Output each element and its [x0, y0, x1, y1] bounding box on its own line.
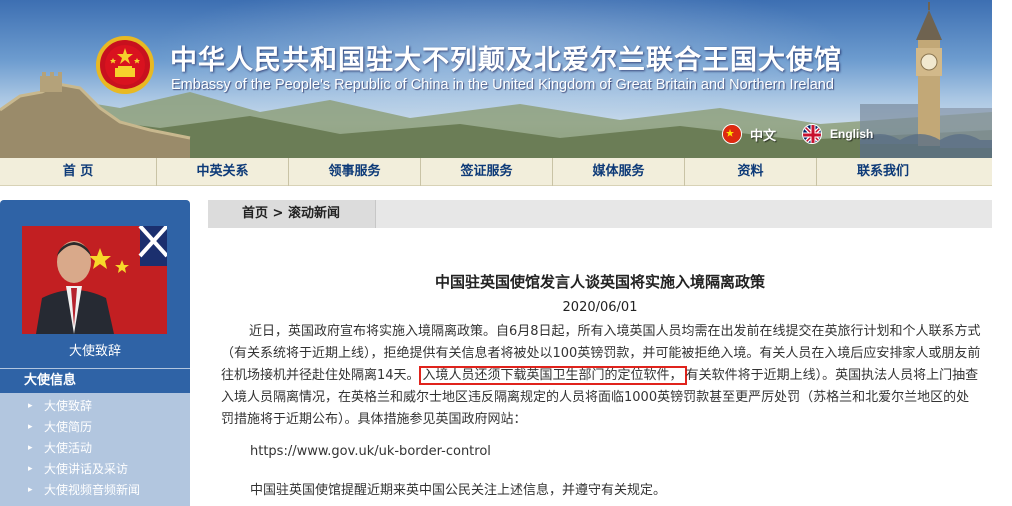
sidebar-item-ambassador-bio[interactable]: ▸ 大使简历: [0, 417, 190, 438]
sidebar-item-ambassador-speech[interactable]: ▸ 大使致辞: [0, 396, 190, 417]
nav-item-consular-services[interactable]: 领事服务: [289, 158, 421, 186]
triangle-bullet-icon: ▸: [28, 443, 33, 453]
triangle-bullet-icon: ▸: [28, 464, 33, 474]
breadcrumb-separator: >: [272, 206, 284, 221]
ambassador-caption[interactable]: 大使致辞: [0, 340, 190, 359]
sidebar-list: ▸ 大使致辞 ▸ 大使简历 ▸ 大使活动 ▸ 大使讲话及采访 ▸ 大使视频音频新…: [0, 396, 190, 501]
sidebar-item-ambassador-activities[interactable]: ▸ 大使活动: [0, 438, 190, 459]
language-chinese-link[interactable]: 中文: [722, 124, 776, 144]
uk-flag-icon: [802, 124, 822, 144]
triangle-bullet-icon: ▸: [28, 422, 33, 432]
ambassador-photo[interactable]: [22, 226, 167, 334]
sidebar: 大使致辞 大使信息 ▸ 大使致辞 ▸ 大使简历 ▸ 大使活动 ▸ 大使讲话及采访…: [0, 200, 190, 506]
breadcrumb-home-link[interactable]: 首页: [242, 206, 268, 221]
language-english-link[interactable]: English: [802, 124, 873, 144]
sidebar-item-ambassador-interviews[interactable]: ▸ 大使讲话及采访: [0, 459, 190, 480]
breadcrumb-current[interactable]: 滚动新闻: [288, 206, 340, 221]
ambassador-panel: 大使致辞: [0, 200, 190, 368]
highlighted-sentence: 入境人员还须下载英国卫生部门的定位软件，: [418, 366, 687, 385]
china-flag-icon: [722, 124, 742, 144]
triangle-bullet-icon: ▸: [28, 401, 33, 411]
breadcrumb: 首页 > 滚动新闻: [208, 200, 376, 228]
national-emblem-icon: [96, 36, 154, 94]
nav-item-contact-us[interactable]: 联系我们: [817, 158, 949, 186]
triangle-bullet-icon: ▸: [28, 485, 33, 495]
article-body: 近日，英国政府宣布将实施入境隔离政策。自6月8日起，所有入境英国人员均需在出发前…: [221, 321, 981, 431]
sidebar-item-ambassador-media[interactable]: ▸ 大使视频音频新闻: [0, 480, 190, 501]
nav-item-media-services[interactable]: 媒体服务: [553, 158, 685, 186]
language-chinese-label[interactable]: 中文: [750, 125, 776, 144]
article-paragraph: 近日，英国政府宣布将实施入境隔离政策。自6月8日起，所有入境英国人员均需在出发前…: [221, 321, 981, 431]
nav-item-resources[interactable]: 资料: [685, 158, 817, 186]
article-title: 中国驻英国使馆发言人谈英国将实施入境隔离政策: [434, 273, 765, 291]
gov-url-text: https://www.gov.uk/uk-border-control: [250, 444, 491, 459]
nav-item-home[interactable]: 首 页: [0, 158, 157, 186]
main-nav: 首 页 中英关系 领事服务 签证服务 媒体服务 资料 联系我们: [0, 158, 992, 186]
header-banner: 中华人民共和国驻大不列颠及北爱尔兰联合王国大使馆 Embassy of the …: [0, 0, 992, 158]
nav-item-visa-services[interactable]: 签证服务: [421, 158, 553, 186]
nav-item-china-uk-relations[interactable]: 中英关系: [157, 158, 289, 186]
breadcrumb-bar: 首页 > 滚动新闻: [208, 200, 992, 228]
language-english-label[interactable]: English: [830, 127, 873, 141]
article-date: 2020/06/01: [562, 300, 638, 315]
sidebar-section-title: 大使信息: [0, 369, 190, 393]
site-title-cn: 中华人民共和国驻大不列颠及北爱尔兰联合王国大使馆: [170, 45, 842, 76]
site-title-en: Embassy of the People's Republic of Chin…: [171, 77, 834, 93]
closing-notice: 中国驻英国使馆提醒近期来英中国公民关注上述信息，并遵守有关规定。: [250, 483, 667, 498]
